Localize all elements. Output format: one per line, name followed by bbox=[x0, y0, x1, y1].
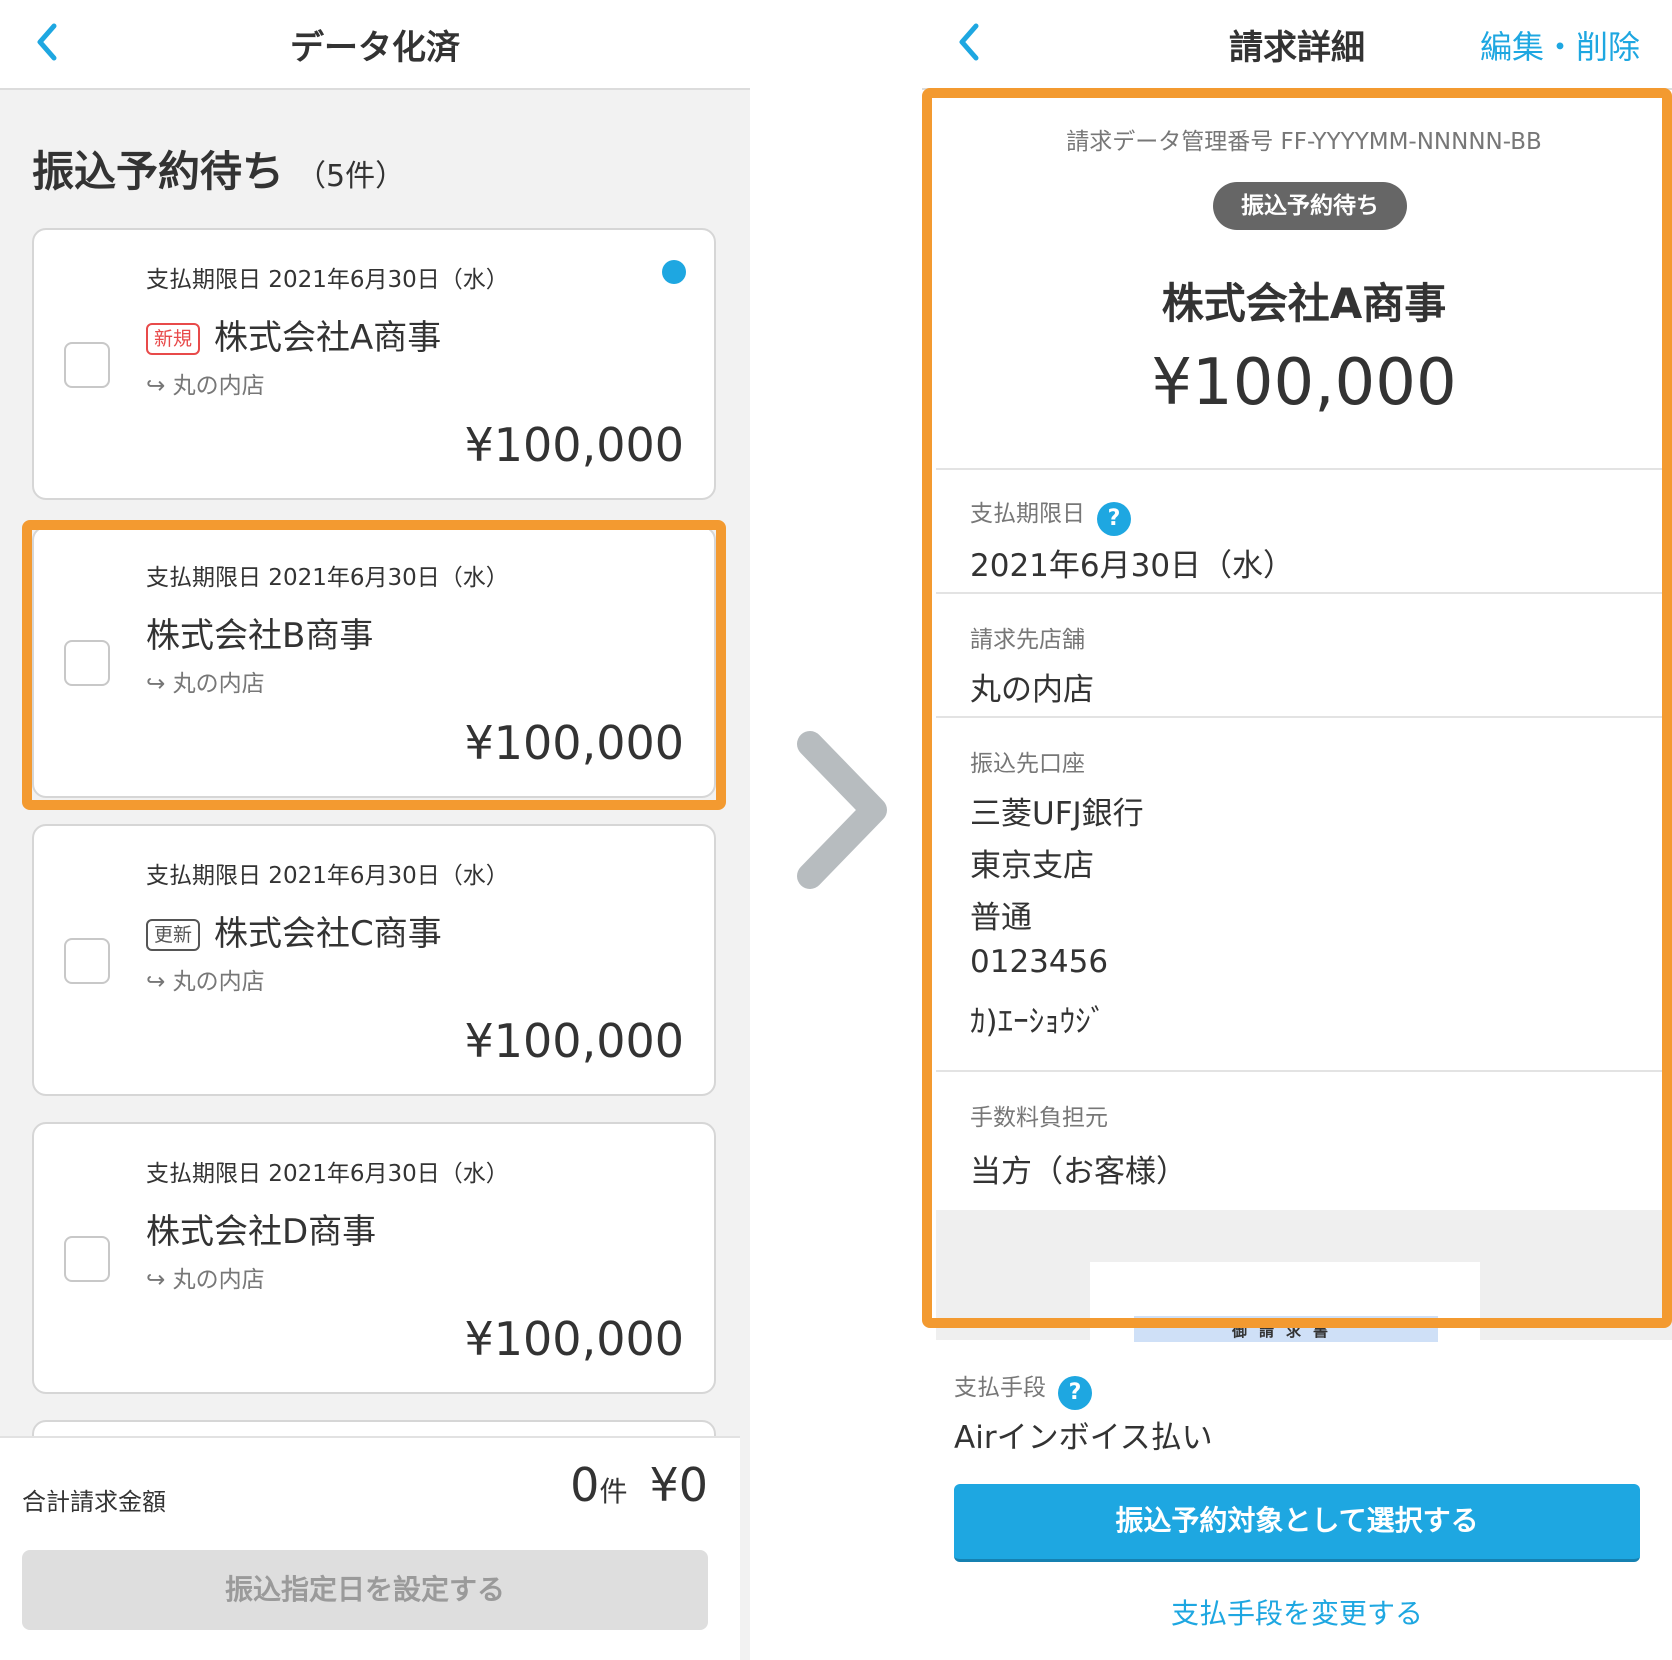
detail-header: 請求詳細 編集・削除 bbox=[922, 0, 1672, 90]
unread-dot-icon bbox=[662, 260, 686, 284]
list-header: データ化済 bbox=[0, 0, 750, 90]
company-name: 新規 株式会社A商事 bbox=[146, 310, 441, 359]
total-amount: ¥0 bbox=[649, 1458, 708, 1512]
total-label: 合計請求金額 bbox=[22, 1488, 166, 1516]
highlight-frame-left bbox=[22, 520, 726, 810]
updated-tag: 更新 bbox=[146, 919, 201, 951]
return-arrow-icon: ↪ bbox=[146, 969, 173, 995]
company-name-text: 株式会社A商事 bbox=[214, 318, 442, 358]
section-title: 振込予約待ち （5件） bbox=[32, 138, 405, 199]
amount: ¥100,000 bbox=[464, 1014, 685, 1068]
total-count-unit: 件 bbox=[599, 1475, 628, 1508]
branch: ↪ 丸の内店 bbox=[146, 962, 265, 996]
help-question-icon[interactable]: ? bbox=[1058, 1376, 1092, 1410]
branch-text: 丸の内店 bbox=[172, 373, 265, 399]
invoice-card-d[interactable]: 支払期限日 2021年6月30日（水） 株式会社D商事 ↪ 丸の内店 ¥100,… bbox=[32, 1122, 716, 1394]
amount: ¥100,000 bbox=[464, 418, 685, 472]
payment-method-label: 支払手段? bbox=[954, 1368, 1092, 1410]
list-header-title: データ化済 bbox=[290, 28, 460, 68]
edit-delete-link[interactable]: 編集・削除 bbox=[1480, 22, 1640, 68]
amount: ¥100,000 bbox=[464, 1312, 685, 1366]
highlight-frame-right bbox=[922, 88, 1672, 1328]
branch: ↪ 丸の内店 bbox=[146, 1260, 265, 1294]
change-payment-method-link[interactable]: 支払手段を変更する bbox=[922, 1592, 1672, 1632]
set-transfer-date-button[interactable]: 振込指定日を設定する bbox=[22, 1550, 708, 1630]
return-arrow-icon: ↪ bbox=[146, 1267, 173, 1293]
total-value: 0件 ¥0 bbox=[570, 1458, 708, 1512]
section-title-text: 振込予約待ち bbox=[32, 147, 285, 196]
list-footer: 合計請求金額 0件 ¥0 振込指定日を設定する bbox=[0, 1436, 740, 1660]
company-name-text: 株式会社C商事 bbox=[214, 914, 442, 954]
select-checkbox[interactable] bbox=[64, 1236, 110, 1282]
branch-text: 丸の内店 bbox=[172, 1267, 265, 1293]
branch-text: 丸の内店 bbox=[172, 969, 265, 995]
select-checkbox[interactable] bbox=[64, 938, 110, 984]
new-tag: 新規 bbox=[146, 323, 201, 355]
payment-method-value: Airインボイス払い bbox=[954, 1420, 1213, 1456]
payment-method-label-text: 支払手段 bbox=[954, 1375, 1046, 1401]
due-date: 支払期限日 2021年6月30日（水） bbox=[146, 1161, 509, 1187]
select-checkbox[interactable] bbox=[64, 342, 110, 388]
invoice-list-screen: データ化済 振込予約待ち （5件） 支払期限日 2021年6月30日（水） 新規株… bbox=[0, 0, 750, 1660]
due-date: 支払期限日 2021年6月30日（水） bbox=[146, 863, 509, 889]
select-for-transfer-button[interactable]: 振込予約対象として選択する bbox=[954, 1484, 1640, 1562]
invoice-card-a[interactable]: 支払期限日 2021年6月30日（水） 新規 株式会社A商事 ↪ 丸の内店 ¥10… bbox=[32, 228, 716, 500]
due-date: 支払期限日 2021年6月30日（水） bbox=[146, 267, 509, 293]
company-name: 株式会社D商事 bbox=[146, 1212, 377, 1252]
invoice-card-c[interactable]: 支払期限日 2021年6月30日（水） 更新 株式会社C商事 ↪ 丸の内店 ¥10… bbox=[32, 824, 716, 1096]
company-name: 更新 株式会社C商事 bbox=[146, 906, 442, 955]
return-arrow-icon: ↪ bbox=[146, 373, 173, 399]
branch: ↪ 丸の内店 bbox=[146, 366, 265, 400]
total-count: 0 bbox=[570, 1458, 600, 1512]
chevron-right-icon bbox=[790, 730, 900, 894]
section-count: （5件） bbox=[296, 159, 406, 194]
